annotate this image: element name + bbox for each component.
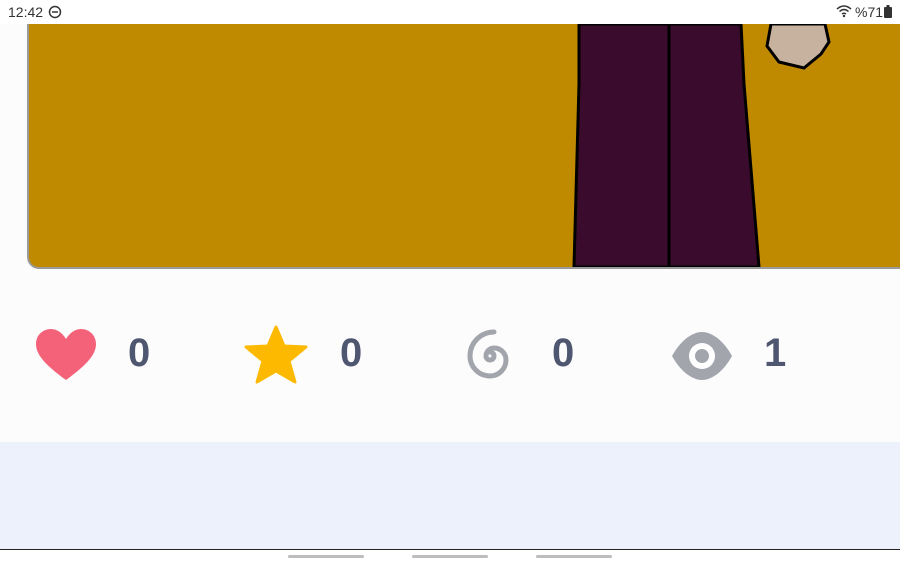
nav-handle-right[interactable]	[536, 555, 612, 558]
battery-level: %71	[855, 4, 884, 20]
system-nav-bar	[0, 549, 900, 564]
heart-icon	[36, 329, 96, 380]
do-not-disturb-icon	[48, 5, 62, 19]
nav-handle-center[interactable]	[412, 555, 488, 558]
eye-icon	[672, 332, 732, 380]
post-card: 0 0 0 1	[0, 24, 900, 442]
view-count: 1	[764, 331, 787, 375]
nav-handle-left[interactable]	[288, 555, 364, 558]
wifi-icon	[836, 5, 852, 18]
bottom-background	[0, 442, 900, 549]
artwork-image[interactable]	[27, 24, 900, 269]
star-icon	[244, 325, 308, 384]
like-count: 0	[128, 331, 151, 375]
remix-count: 0	[552, 331, 575, 375]
stats-row: 0 0 0 1	[0, 319, 900, 389]
status-bar: 12:42 %71	[0, 0, 900, 24]
status-time: 12:42	[8, 4, 44, 20]
swirl-icon	[467, 329, 509, 379]
battery-icon	[884, 5, 892, 18]
favorite-count: 0	[340, 331, 363, 375]
